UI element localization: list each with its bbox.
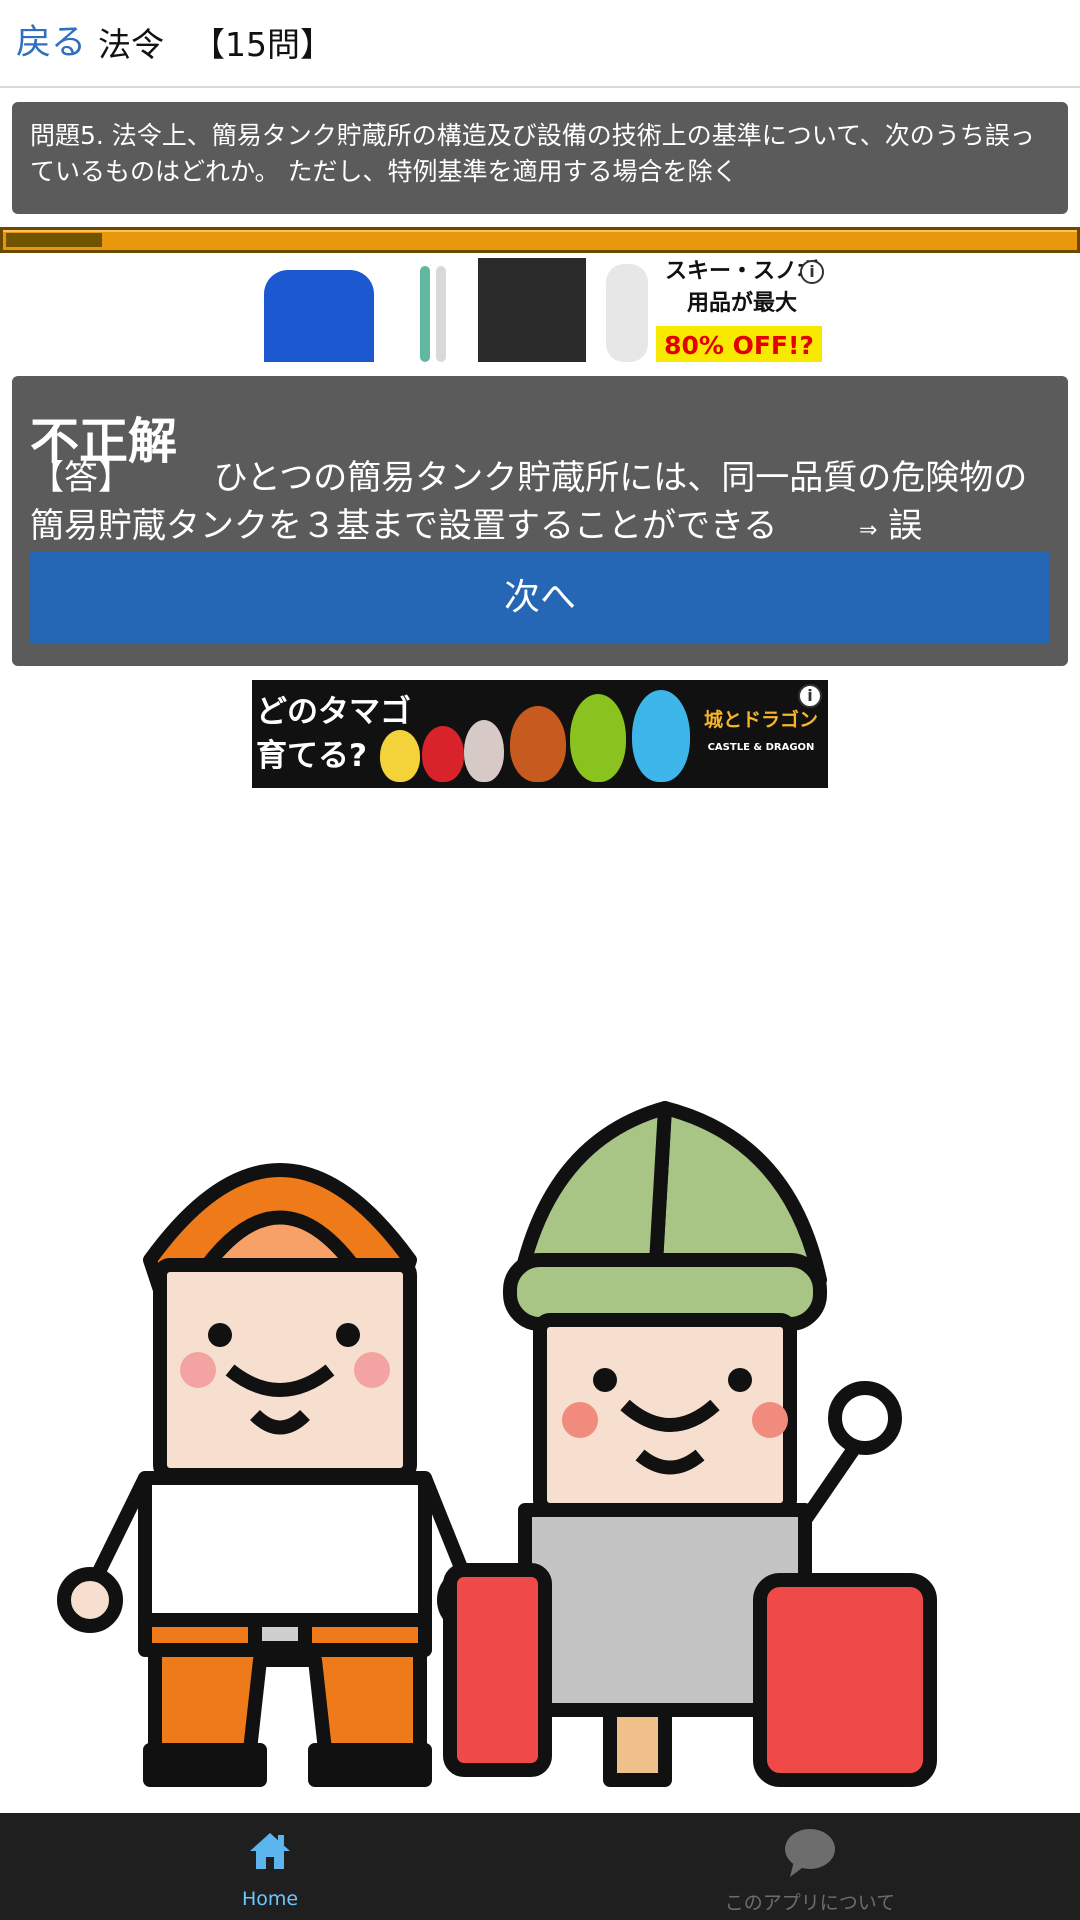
- answer-arrow: ⇒: [858, 518, 878, 543]
- ad-copy-line1: どのタマゴ: [256, 694, 411, 730]
- tab-about-label: このアプリについて: [724, 1892, 896, 1914]
- quiz-progress-bar: [0, 227, 1080, 253]
- ski-image: [436, 266, 446, 362]
- snowboard-image: [606, 264, 648, 362]
- category-title: 法令: [98, 25, 164, 64]
- egg-icon: [510, 706, 566, 782]
- ski-image: [420, 266, 430, 362]
- egg-icon: [464, 720, 504, 782]
- answer-verdict: 誤: [888, 506, 923, 546]
- home-icon: [250, 1833, 290, 1869]
- bottom-tab-bar: Home このアプリについて: [0, 1813, 1080, 1920]
- sale-badge: 80% OFF!?: [656, 326, 822, 362]
- answer-prefix: 【答】: [30, 458, 132, 498]
- left-worker: [57, 1163, 503, 1787]
- question-panel: 問題5. 法令上、簡易タンク貯蔵所の構造及び設備の技術上の基準について、次のうち…: [12, 102, 1068, 214]
- egg-icon: [422, 726, 464, 782]
- top-ad-banner[interactable]: スキー・スノボ 用品が最大 80% OFF!? i: [256, 256, 830, 362]
- jacket-image: [264, 270, 374, 362]
- ad-copy-line2: 用品が最大: [686, 291, 797, 316]
- question-count: 【15問】: [192, 25, 333, 64]
- hoodie-image: [478, 258, 586, 362]
- answer-text: ひとつの簡易タンク貯蔵所には、同一品質の危険物の簡易貯蔵タンクを３基まで設置する…: [30, 458, 1028, 546]
- logo-sub: CASTLE & DRAGON: [707, 742, 815, 753]
- right-worker: [443, 1101, 937, 1787]
- progress-track: [3, 230, 1077, 250]
- game-logo: 城とドラゴン CASTLE & DRAGON: [700, 700, 822, 774]
- answer-explanation: 【答】 ひとつの簡易タンク貯蔵所には、同一品質の危険物の簡易貯蔵タンクを３基まで…: [30, 454, 1060, 555]
- ad-info-icon[interactable]: i: [800, 260, 824, 284]
- egg-icon: [380, 730, 420, 782]
- app-header: 戻る 法令 【15問】: [0, 0, 1080, 88]
- workers-illustration: [57, 1101, 937, 1787]
- speech-bubble-icon: [785, 1829, 835, 1877]
- tab-home[interactable]: Home: [200, 1813, 340, 1920]
- tab-about[interactable]: このアプリについて: [710, 1813, 910, 1920]
- progress-fill: [6, 233, 102, 247]
- bottom-ad-banner[interactable]: どのタマゴ 育てる? 城とドラゴン CASTLE & DRAGON i: [252, 680, 828, 788]
- tab-home-label: Home: [241, 1888, 299, 1910]
- next-button[interactable]: 次へ: [30, 552, 1050, 644]
- result-panel: 不正解 【答】 ひとつの簡易タンク貯蔵所には、同一品質の危険物の簡易貯蔵タンクを…: [12, 376, 1068, 666]
- egg-icon: [632, 690, 690, 782]
- egg-icon: [570, 694, 626, 782]
- question-text: 問題5. 法令上、簡易タンク貯蔵所の構造及び設備の技術上の基準について、次のうち…: [30, 121, 1035, 186]
- back-link[interactable]: 戻る: [16, 14, 86, 65]
- ad-info-icon[interactable]: i: [798, 684, 822, 708]
